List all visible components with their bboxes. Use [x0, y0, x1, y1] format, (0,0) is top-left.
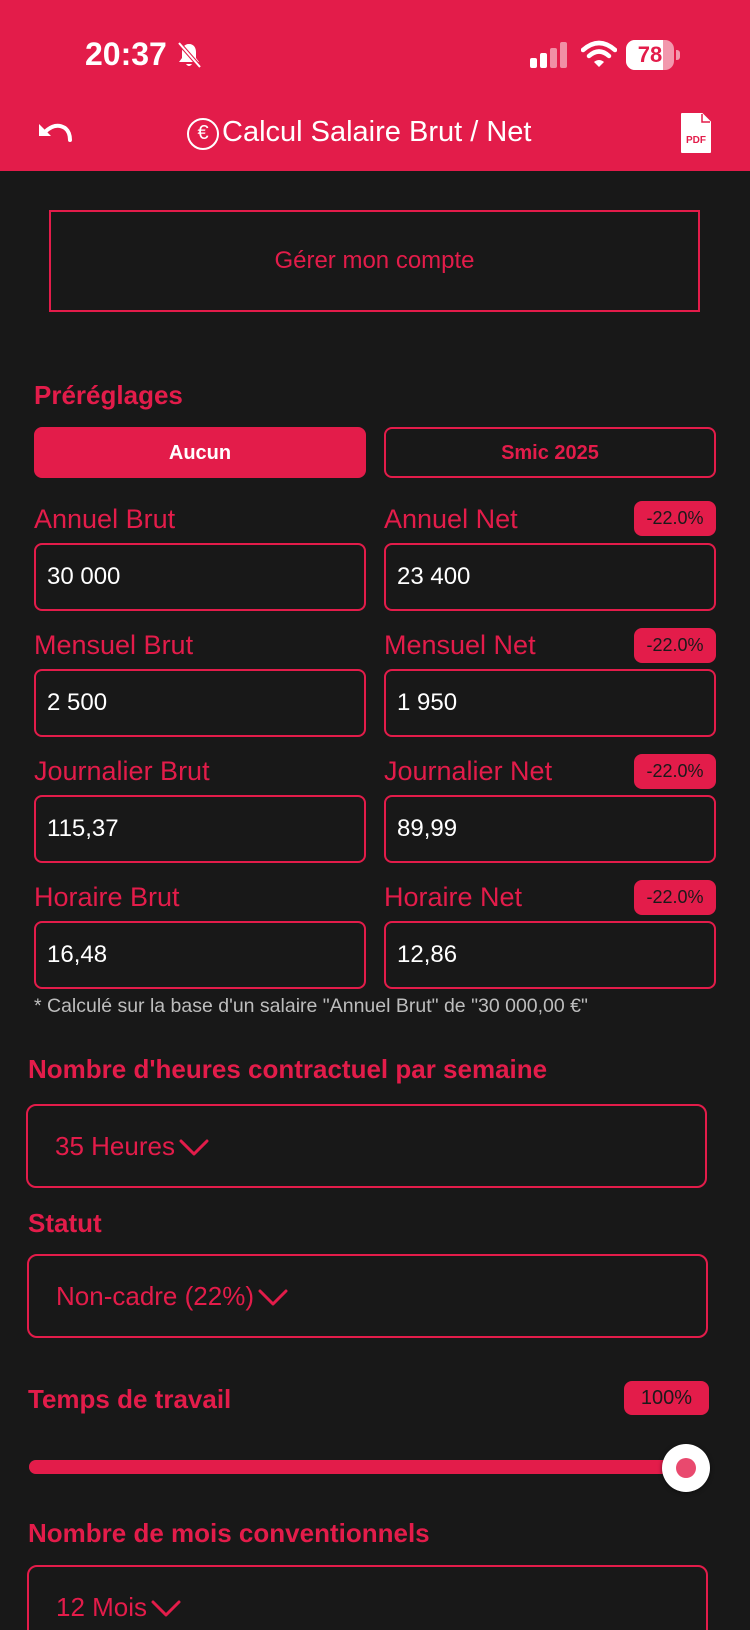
mensuel-brut-label: Mensuel Brut	[34, 630, 194, 660]
mensuel-net-value: 1 950	[397, 689, 458, 716]
status-time: 20:37	[85, 36, 167, 72]
journalier-net-value: 89,99	[397, 815, 458, 842]
horaire-brut-input[interactable]: 16,48	[34, 921, 366, 989]
page-title: Calcul Salaire Brut / Net	[222, 116, 532, 148]
wifi-icon	[581, 40, 617, 67]
calculation-footnote: * Calculé sur la base d'un salaire "Annu…	[34, 995, 588, 1017]
journalier-net-badge: -22.0%	[634, 754, 716, 789]
horaire-net-input[interactable]: 12,86	[384, 921, 716, 989]
mois-title: Nombre de mois conventionnels	[28, 1518, 430, 1548]
mensuel-brut-input[interactable]: 2 500	[34, 669, 366, 737]
journalier-net-label: Journalier Net	[384, 756, 553, 786]
annuel-net-value: 23 400	[397, 563, 471, 590]
heures-select[interactable]: 35 Heures	[26, 1104, 707, 1188]
horaire-brut-label: Horaire Brut	[34, 882, 180, 912]
annuel-brut-label: Annuel Brut	[34, 504, 176, 534]
bell-slash-icon	[177, 41, 202, 69]
battery-percent: 78	[637, 42, 663, 67]
horaire-net-label: Horaire Net	[384, 882, 523, 912]
mensuel-brut-value: 2 500	[47, 689, 108, 716]
battery-icon: 78	[626, 40, 680, 70]
heures-value: 35 Heures	[55, 1106, 209, 1186]
annuel-net-badge: -22.0%	[634, 501, 716, 536]
chevron-down-icon	[151, 1600, 181, 1617]
journalier-brut-label: Journalier Brut	[34, 756, 210, 786]
heures-title: Nombre d'heures contractuel par semaine	[28, 1054, 548, 1084]
journalier-net-input[interactable]: 89,99	[384, 795, 716, 863]
mensuel-net-input[interactable]: 1 950	[384, 669, 716, 737]
statut-title: Statut	[28, 1208, 102, 1238]
horaire-net-value: 12,86	[397, 941, 458, 968]
temps-travail-slider-fill	[29, 1460, 686, 1474]
statut-select[interactable]: Non-cadre (22%)	[27, 1254, 708, 1338]
presets-title: Préréglages	[34, 380, 183, 410]
annuel-net-input[interactable]: 23 400	[384, 543, 716, 611]
annuel-brut-input[interactable]: 30 000	[34, 543, 366, 611]
temps-travail-slider-track[interactable]	[29, 1460, 686, 1474]
chevron-down-icon	[258, 1289, 288, 1306]
manage-account-button[interactable]: Gérer mon compte	[49, 210, 700, 312]
mois-value: 12 Mois	[56, 1567, 181, 1630]
chevron-down-icon	[179, 1139, 209, 1156]
preset-smic-button[interactable]: Smic 2025	[384, 427, 716, 478]
journalier-brut-input[interactable]: 115,37	[34, 795, 366, 863]
horaire-brut-value: 16,48	[47, 941, 108, 968]
preset-aucun-button[interactable]: Aucun	[34, 427, 366, 478]
undo-icon[interactable]	[36, 118, 74, 148]
pdf-label: PDF	[686, 135, 706, 146]
temps-travail-title: Temps de travail	[28, 1384, 232, 1414]
temps-travail-badge: 100%	[624, 1381, 709, 1415]
annuel-net-label: Annuel Net	[384, 504, 518, 534]
horaire-net-badge: -22.0%	[634, 880, 716, 915]
temps-travail-slider-thumb[interactable]	[662, 1444, 710, 1492]
top-bar: 20:37 78 € Calcul Salaire Brut / Net PDF	[0, 0, 750, 171]
statut-value: Non-cadre (22%)	[56, 1256, 288, 1336]
mensuel-net-label: Mensuel Net	[384, 630, 536, 660]
euro-icon: €	[187, 118, 219, 150]
annuel-brut-value: 30 000	[47, 563, 121, 590]
mensuel-net-badge: -22.0%	[634, 628, 716, 663]
pdf-icon[interactable]: PDF	[680, 112, 712, 154]
mois-select[interactable]: 12 Mois	[27, 1565, 708, 1630]
journalier-brut-value: 115,37	[47, 815, 119, 842]
signal-icon	[530, 42, 567, 68]
